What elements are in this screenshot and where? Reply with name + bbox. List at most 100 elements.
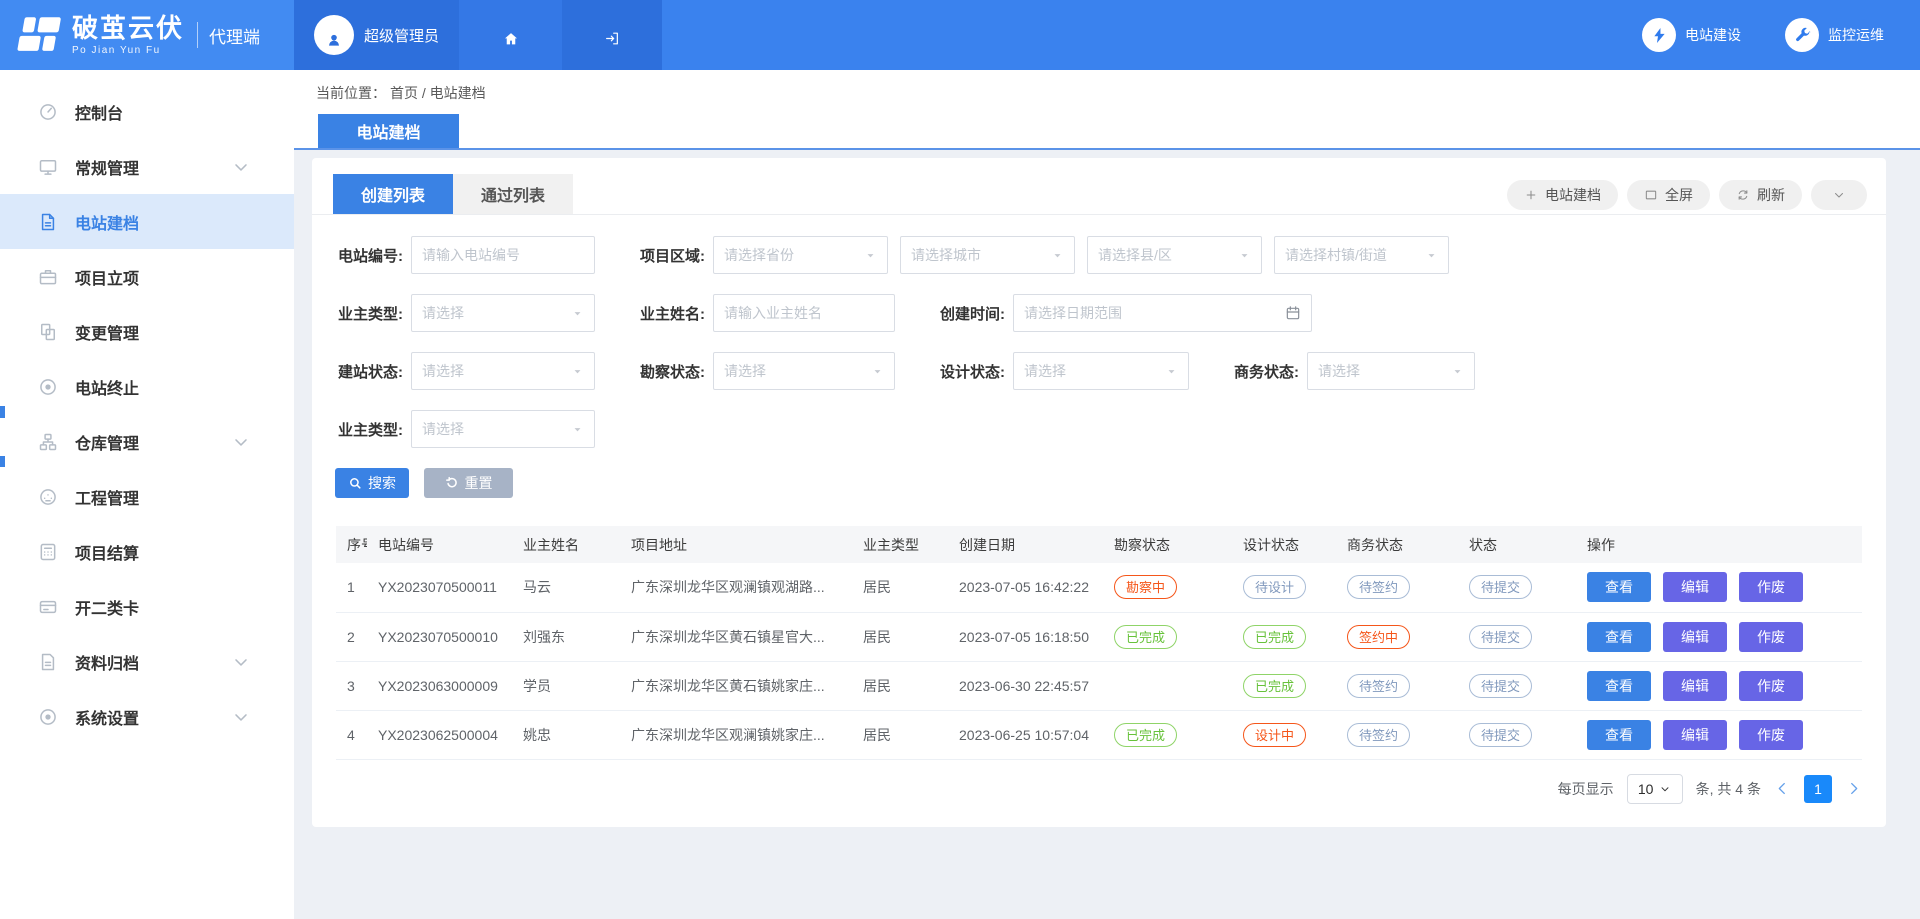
next-page-button[interactable] — [1845, 780, 1862, 797]
filter-select[interactable]: 请选择 — [411, 294, 595, 332]
sidebar-item-monitor[interactable]: 常规管理 — [0, 139, 294, 194]
card-icon — [38, 597, 58, 617]
sidebar-item-target[interactable]: 电站终止 — [0, 359, 294, 414]
station-build-nav[interactable]: 电站建设 — [1642, 18, 1741, 52]
page-size-select[interactable]: 10 — [1627, 774, 1683, 804]
sidebar-item-label: 项目结算 — [75, 540, 268, 564]
filter-label: 商务状态: — [1231, 361, 1299, 382]
table-row: 1YX2023070500011马云广东深圳龙华区观澜镇观湖路...居民2023… — [336, 563, 1862, 612]
sidebar-item-briefcase[interactable]: 项目立项 — [0, 249, 294, 304]
void-button[interactable]: 作废 — [1739, 671, 1803, 701]
prev-page-button[interactable] — [1774, 780, 1791, 797]
edit-button[interactable]: 编辑 — [1663, 671, 1727, 701]
sidebar-item-label: 变更管理 — [75, 320, 268, 344]
page-tab[interactable]: 电站建档 — [318, 114, 459, 148]
create-station-button[interactable]: 电站建档 — [1507, 180, 1618, 210]
sidebar-item-archive[interactable]: 资料归档 — [0, 634, 294, 689]
view-button[interactable]: 查看 — [1587, 720, 1651, 750]
search-button[interactable]: 搜索 — [335, 468, 409, 498]
text-input — [713, 294, 895, 332]
column-header: 勘察状态 — [1103, 526, 1232, 563]
total-count-label: 条, 共 4 条 — [1696, 779, 1761, 799]
filter-field: 业主姓名: — [637, 294, 895, 332]
void-button[interactable]: 作废 — [1739, 720, 1803, 750]
void-button[interactable]: 作废 — [1739, 622, 1803, 652]
select-placeholder: 请选择 — [1318, 361, 1451, 381]
page-size-prefix: 每页显示 — [1558, 779, 1614, 799]
gauge-icon — [38, 487, 58, 507]
cell-station_no: YX2023063000009 — [367, 661, 512, 710]
sidebar-menu: 控制台常规管理电站建档项目立项变更管理电站终止仓库管理工程管理项目结算开二类卡资… — [0, 84, 294, 744]
reset-icon — [445, 476, 459, 490]
cell-station_no: YX2023070500010 — [367, 612, 512, 661]
brand-title: 破茧云伏 — [72, 15, 184, 41]
sidebar-item-card[interactable]: 开二类卡 — [0, 579, 294, 634]
sidebar-item-document[interactable]: 电站建档 — [0, 194, 294, 249]
cell-status: 待提交 — [1458, 563, 1576, 612]
sidebar-item-dashboard[interactable]: 控制台 — [0, 84, 294, 139]
cell-owner: 马云 — [512, 563, 620, 612]
reset-button[interactable]: 重置 — [424, 468, 513, 498]
edit-button[interactable]: 编辑 — [1663, 622, 1727, 652]
filter-field: 业主类型:请选择 — [335, 294, 595, 332]
brand-text: 破茧云伏 Po Jian Yun Fu — [72, 15, 184, 56]
caret-icon — [571, 307, 584, 320]
filter-select[interactable]: 请选择村镇/街道 — [1274, 236, 1449, 274]
user-menu[interactable]: 超级管理员 — [294, 0, 459, 70]
filter-select[interactable]: 请选择 — [411, 352, 595, 390]
filter-input[interactable] — [724, 305, 884, 321]
column-header: 操作 — [1576, 526, 1862, 563]
filter-label: 创建时间: — [937, 303, 1005, 324]
fullscreen-button[interactable]: 全屏 — [1627, 180, 1710, 210]
sidebar-item-calculator[interactable]: 项目结算 — [0, 524, 294, 579]
filter-select[interactable]: 请选择 — [1013, 352, 1189, 390]
column-header: 商务状态 — [1336, 526, 1458, 563]
filter-select[interactable]: 请选择县/区 — [1087, 236, 1262, 274]
tab-create-list[interactable]: 创建列表 — [333, 174, 453, 214]
date-range-input[interactable]: 请选择日期范围 — [1013, 294, 1312, 332]
view-button[interactable]: 查看 — [1587, 671, 1651, 701]
breadcrumb-path[interactable]: 首页 / 电站建档 — [390, 83, 486, 103]
filter-select[interactable]: 请选择省份 — [713, 236, 888, 274]
current-page[interactable]: 1 — [1804, 775, 1832, 803]
filter-select[interactable]: 请选择 — [713, 352, 895, 390]
sidebar-item-copy[interactable]: 变更管理 — [0, 304, 294, 359]
edit-button[interactable]: 编辑 — [1663, 720, 1727, 750]
sidebar-item-settings[interactable]: 系统设置 — [0, 689, 294, 744]
refresh-button[interactable]: 刷新 — [1719, 180, 1802, 210]
filter-controls: 请选择 — [1013, 352, 1189, 390]
filter-field: 创建时间: 请选择日期范围 — [937, 294, 1312, 332]
tab-pass-list[interactable]: 通过列表 — [453, 174, 573, 214]
filter-row: 业主类型:请选择 — [312, 410, 1886, 448]
select-placeholder: 请选择省份 — [724, 245, 864, 265]
brand-divider — [197, 22, 198, 48]
filter-select[interactable]: 请选择 — [1307, 352, 1475, 390]
filter-row: 建站状态:请选择勘察状态:请选择设计状态:请选择商务状态:请选择 — [312, 352, 1886, 390]
void-button[interactable]: 作废 — [1739, 572, 1803, 602]
filter-label: 电站编号: — [335, 245, 403, 266]
copy-icon — [38, 322, 58, 342]
filter-select[interactable]: 请选择 — [411, 410, 595, 448]
sidebar-item-label: 电站终止 — [75, 375, 268, 399]
cell-design: 已完成 — [1232, 612, 1336, 661]
topnav-label: 电站建设 — [1685, 25, 1741, 45]
view-button[interactable]: 查看 — [1587, 572, 1651, 602]
logout-button[interactable] — [562, 0, 662, 70]
home-button[interactable] — [459, 0, 562, 70]
sidebar-item-gauge[interactable]: 工程管理 — [0, 469, 294, 524]
chevron-down-icon — [231, 652, 251, 672]
brand-subtitle: Po Jian Yun Fu — [72, 45, 184, 56]
monitor-ops-nav[interactable]: 监控运维 — [1785, 18, 1884, 52]
sidebar-item-label: 控制台 — [75, 100, 268, 124]
filter-input[interactable] — [422, 247, 584, 263]
cell-created: 2023-07-05 16:18:50 — [948, 612, 1103, 661]
bolt-icon — [1642, 18, 1676, 52]
filter-select[interactable]: 请选择城市 — [900, 236, 1075, 274]
collapse-button[interactable] — [1811, 180, 1867, 210]
sidebar-item-label: 工程管理 — [75, 485, 268, 509]
search-button-label: 搜索 — [368, 473, 396, 493]
sidebar-item-sitemap[interactable]: 仓库管理 — [0, 414, 294, 469]
wrench-icon — [1785, 18, 1819, 52]
view-button[interactable]: 查看 — [1587, 622, 1651, 652]
edit-button[interactable]: 编辑 — [1663, 572, 1727, 602]
